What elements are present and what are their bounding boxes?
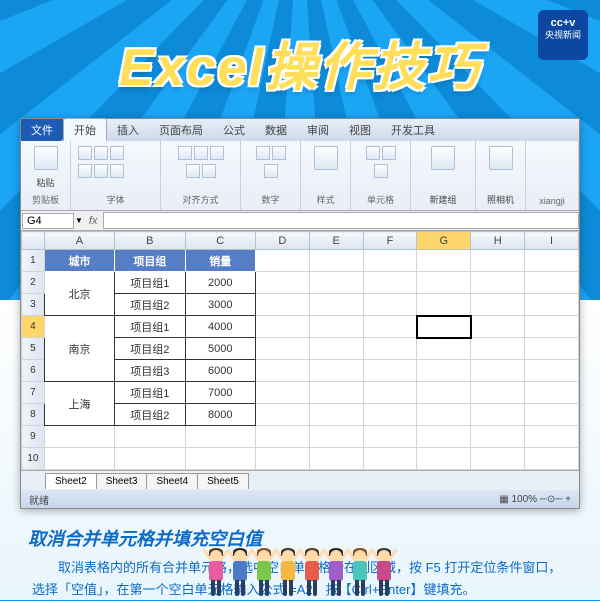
format-cell-icon[interactable]	[374, 164, 388, 178]
tab-formula[interactable]: 公式	[213, 119, 255, 141]
spreadsheet-grid[interactable]: ABCDEFGHI1城市项目组销量2北京项目组120003项目组230004南京…	[21, 231, 579, 470]
font-color-icon[interactable]	[110, 164, 124, 178]
tab-insert[interactable]: 插入	[107, 119, 149, 141]
name-box[interactable]: G4	[22, 213, 74, 229]
dropdown-icon[interactable]: ▼	[75, 216, 83, 225]
tab-layout[interactable]: 页面布局	[149, 119, 213, 141]
excel-window: 文件 开始 插入 页面布局 公式 数据 审阅 视图 开发工具 粘贴剪贴板 字体 …	[20, 118, 580, 509]
sheet-tab[interactable]: Sheet4	[146, 473, 198, 489]
people-illustration	[204, 546, 396, 598]
border-icon[interactable]	[78, 164, 92, 178]
ribbon-tabs: 文件 开始 插入 页面布局 公式 数据 审阅 视图 开发工具	[21, 119, 579, 141]
ribbon: 粘贴剪贴板 字体 对齐方式 数字 样式 单元格 新建组 照相机 xiangji	[21, 141, 579, 211]
align-right-icon[interactable]	[210, 146, 224, 160]
formula-input[interactable]	[103, 212, 579, 229]
sheet-tab[interactable]: Sheet3	[96, 473, 148, 489]
tab-home[interactable]: 开始	[63, 118, 107, 141]
insert-cell-icon[interactable]	[366, 146, 380, 160]
tab-dev[interactable]: 开发工具	[381, 119, 445, 141]
delete-cell-icon[interactable]	[382, 146, 396, 160]
sheet-tab[interactable]: Sheet5	[197, 473, 249, 489]
tab-data[interactable]: 数据	[255, 119, 297, 141]
tab-review[interactable]: 审阅	[297, 119, 339, 141]
paste-icon[interactable]	[34, 146, 58, 170]
fx-icon[interactable]: fx	[83, 215, 104, 227]
align-center-icon[interactable]	[194, 146, 208, 160]
tab-file[interactable]: 文件	[21, 119, 63, 141]
indent-icon[interactable]	[186, 164, 200, 178]
merge-icon[interactable]	[202, 164, 216, 178]
status-bar: 就绪 ▦ 100% ─⊙─ +	[21, 490, 579, 508]
percent-icon[interactable]	[272, 146, 286, 160]
page-title: Excel操作技巧	[0, 0, 600, 100]
styles-icon[interactable]	[314, 146, 338, 170]
sheet-tab[interactable]: Sheet2	[45, 473, 97, 489]
cctv-logo: cc+v央视新闻	[538, 10, 588, 60]
bold-icon[interactable]	[78, 146, 92, 160]
currency-icon[interactable]	[256, 146, 270, 160]
fill-icon[interactable]	[94, 164, 108, 178]
camera-icon[interactable]	[489, 146, 513, 170]
sheet-tabs: Sheet2 Sheet3 Sheet4 Sheet5	[21, 470, 579, 490]
underline-icon[interactable]	[110, 146, 124, 160]
formula-bar: G4 ▼ fx	[21, 211, 579, 231]
view-normal-icon[interactable]: ▦	[499, 494, 508, 505]
tab-view[interactable]: 视图	[339, 119, 381, 141]
decimal-icon[interactable]	[264, 164, 278, 178]
newgroup-icon[interactable]	[431, 146, 455, 170]
align-left-icon[interactable]	[178, 146, 192, 160]
italic-icon[interactable]	[94, 146, 108, 160]
